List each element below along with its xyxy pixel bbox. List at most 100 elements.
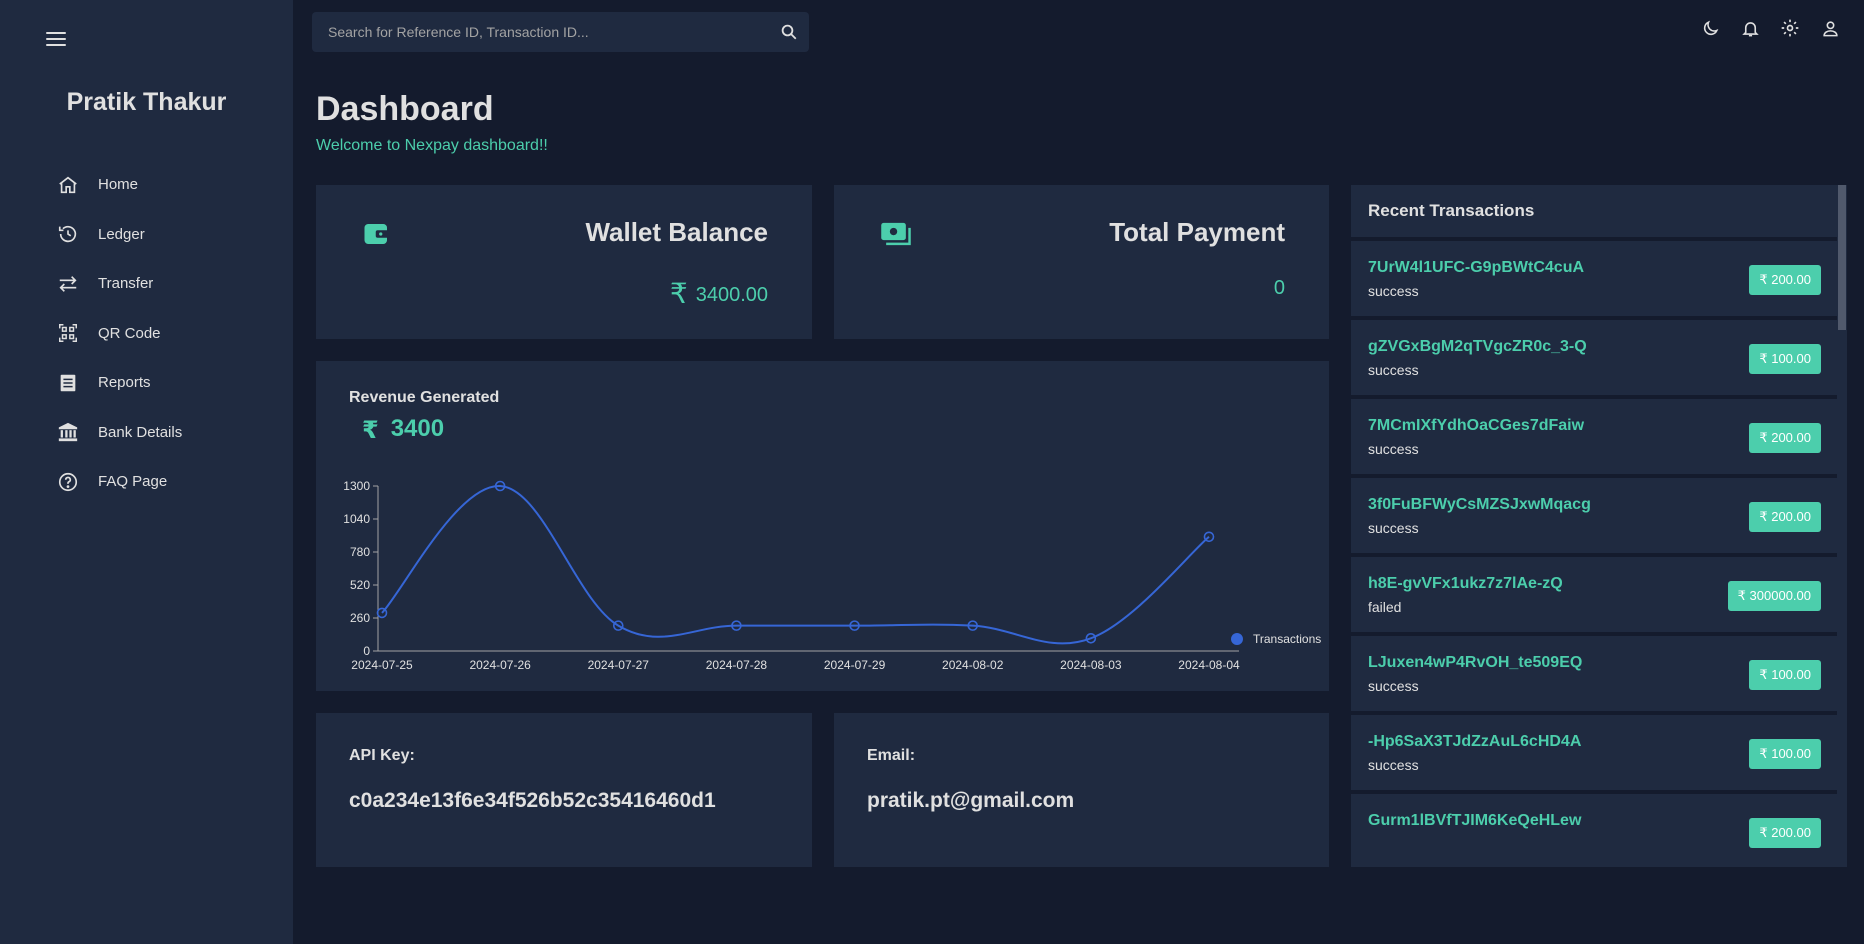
search-bar <box>312 12 809 52</box>
x-tick-label: 2024-07-28 <box>706 658 768 672</box>
sidebar: Pratik Thakur Home Ledger Transfer QR Co… <box>0 0 293 944</box>
sidebar-item-bank-details[interactable]: Bank Details <box>56 408 182 458</box>
transaction-row[interactable]: 3f0FuBFWyCsMZSJxwMqacg success ₹ 200.00 <box>1351 478 1837 557</box>
sidebar-item-label: FAQ Page <box>98 473 168 491</box>
y-tick-label: 520 <box>350 578 370 592</box>
sidebar-item-label: Transfer <box>98 275 154 293</box>
api-key-value: c0a234e13f6e34f526b52c35416460d1 <box>349 789 716 812</box>
transaction-id: 7UrW4l1UFC-G9pBWtC4cuA <box>1368 259 1585 276</box>
transaction-amount-badge: ₹ 200.00 <box>1749 502 1821 532</box>
transaction-id: 7MCmIXfYdhOaCGes7dFaiw <box>1368 417 1585 434</box>
wallet-balance-card: Wallet Balance ₹3400.00 <box>316 185 812 339</box>
transaction-status: success <box>1368 283 1419 299</box>
sidebar-item-label: Ledger <box>98 225 145 243</box>
y-tick-label: 1300 <box>343 479 370 493</box>
notifications-icon[interactable] <box>1740 18 1760 38</box>
transfer-icon <box>56 272 80 296</box>
sidebar-item-faq[interactable]: FAQ Page <box>56 457 182 507</box>
revenue-card: Revenue Generated ₹3400 0 260 520 780 1040 13… <box>316 361 1329 691</box>
transaction-status: success <box>1368 441 1419 457</box>
qr-code-icon <box>56 321 80 345</box>
transaction-amount-badge: ₹ 200.00 <box>1749 423 1821 453</box>
help-icon <box>56 470 80 494</box>
sidebar-item-label: Reports <box>98 374 151 392</box>
sidebar-nav: Home Ledger Transfer QR Code Reports Ban… <box>56 160 182 507</box>
transaction-row[interactable]: h8E-gvVFx1ukz7z7lAe-zQ failed ₹ 300000.0… <box>1351 557 1837 636</box>
transaction-id: h8E-gvVFx1ukz7z7lAe-zQ <box>1368 575 1563 592</box>
transaction-status: success <box>1368 757 1419 773</box>
transaction-row[interactable]: 7MCmIXfYdhOaCGes7dFaiw success ₹ 200.00 <box>1351 399 1837 478</box>
x-tick-label: 2024-07-26 <box>469 658 531 672</box>
transaction-status: success <box>1368 362 1419 378</box>
transaction-amount-badge: ₹ 300000.00 <box>1727 581 1821 611</box>
recent-transactions-title: Recent Transactions <box>1351 185 1837 241</box>
x-tick-label: 2024-07-27 <box>588 658 650 672</box>
reports-icon <box>56 371 80 395</box>
total-payment-card: Total Payment 0 <box>834 185 1329 339</box>
dark-mode-icon[interactable] <box>1700 18 1720 38</box>
bank-icon <box>56 420 80 444</box>
x-tick-label: 2024-07-29 <box>824 658 886 672</box>
transaction-id: 3f0FuBFWyCsMZSJxwMqacg <box>1368 496 1591 513</box>
page-subtitle: Welcome to Nexpay dashboard!! <box>316 137 548 154</box>
data-point <box>376 607 388 619</box>
settings-icon[interactable] <box>1780 18 1800 38</box>
email-value: pratik.pt@gmail.com <box>867 789 1075 812</box>
search-input[interactable] <box>312 12 769 52</box>
x-tick-label: 2024-08-04 <box>1178 658 1240 672</box>
sidebar-item-home[interactable]: Home <box>56 160 182 210</box>
sidebar-item-label: Bank Details <box>98 423 183 441</box>
transaction-row[interactable]: gZVGxBgM2qTVgcZR0c_3-Q success ₹ 100.00 <box>1351 320 1837 399</box>
wallet-balance-value: ₹3400.00 <box>670 277 768 310</box>
transaction-id: Gurm1lBVfTJIM6KeQeHLew <box>1368 812 1582 829</box>
wallet-balance-title: Wallet Balance <box>585 217 768 247</box>
sidebar-item-qr-code[interactable]: QR Code <box>56 309 182 359</box>
y-tick-label: 1040 <box>343 512 370 526</box>
history-icon <box>56 222 80 246</box>
transaction-id: LJuxen4wP4RvOH_te509EQ <box>1368 654 1583 671</box>
wallet-icon <box>362 219 392 249</box>
series-line <box>381 484 1210 645</box>
profile-icon[interactable] <box>1820 18 1840 38</box>
revenue-line-chart: 0 260 520 780 1040 1300 2024-07-25 2024-07-26 20… <box>343 479 1321 672</box>
sidebar-item-transfer[interactable]: Transfer <box>56 259 182 309</box>
recent-transactions-scrollbar[interactable] <box>1837 185 1847 867</box>
transaction-amount-badge: ₹ 200.00 <box>1749 818 1821 848</box>
email-label: Email: <box>867 747 916 764</box>
sidebar-item-reports[interactable]: Reports <box>56 358 182 408</box>
rupee-icon: ₹ <box>669 278 688 309</box>
transaction-row[interactable]: 7UrW4l1UFC-G9pBWtC4cuA success ₹ 200.00 <box>1351 241 1837 320</box>
legend-marker <box>1231 633 1243 645</box>
menu-toggle-icon[interactable] <box>46 32 66 48</box>
y-tick-label: 0 <box>363 644 370 658</box>
transaction-status: failed <box>1368 599 1402 615</box>
transaction-status: success <box>1368 520 1419 536</box>
legend-label: Transactions <box>1253 632 1321 646</box>
transaction-amount-badge: ₹ 100.00 <box>1749 344 1821 374</box>
transaction-row[interactable]: -Hp6SaX3TJdZzAuL6cHD4A success ₹ 100.00 <box>1351 715 1837 794</box>
x-tick-label: 2024-07-25 <box>351 658 413 672</box>
transaction-id: -Hp6SaX3TJdZzAuL6cHD4A <box>1368 733 1582 750</box>
transaction-amount-badge: ₹ 100.00 <box>1749 739 1821 769</box>
x-tick-label: 2024-08-02 <box>942 658 1004 672</box>
wallet-balance-amount: 3400.00 <box>695 284 768 306</box>
home-icon <box>56 173 80 197</box>
api-key-label: API Key: <box>349 747 415 764</box>
recent-transactions-panel: Recent Transactions 7UrW4l1UFC-G9pBWtC4c… <box>1351 185 1837 867</box>
total-payment-title: Total Payment <box>1109 217 1285 247</box>
sidebar-item-label: Home <box>98 176 139 194</box>
transaction-amount-badge: ₹ 100.00 <box>1749 660 1821 690</box>
transaction-amount-badge: ₹ 200.00 <box>1749 265 1821 295</box>
sidebar-item-ledger[interactable]: Ledger <box>56 210 182 260</box>
transaction-row[interactable]: LJuxen4wP4RvOH_te509EQ success ₹ 100.00 <box>1351 636 1837 715</box>
transaction-id: gZVGxBgM2qTVgcZR0c_3-Q <box>1368 338 1587 355</box>
search-icon[interactable] <box>769 12 809 52</box>
email-card: Email: pratik.pt@gmail.com <box>834 713 1329 867</box>
top-icons <box>1700 18 1840 38</box>
total-payment-value: 0 <box>1273 277 1285 299</box>
scrollbar-thumb[interactable] <box>1838 185 1846 330</box>
api-key-card: API Key: c0a234e13f6e34f526b52c35416460d… <box>316 713 812 867</box>
transaction-row[interactable]: Gurm1lBVfTJIM6KeQeHLew ₹ 200.00 <box>1351 794 1837 867</box>
sidebar-item-label: QR Code <box>98 324 161 342</box>
user-name: Pratik Thakur <box>66 88 227 116</box>
